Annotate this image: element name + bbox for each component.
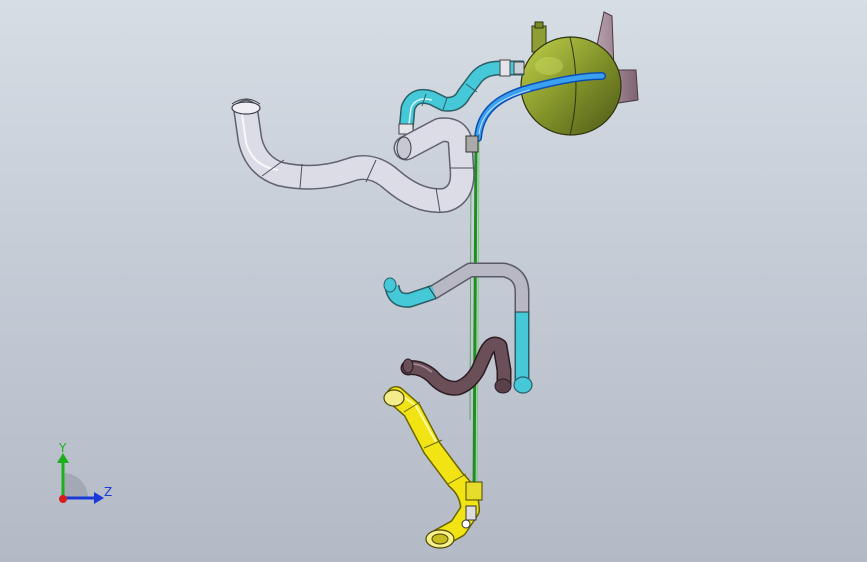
yellow-hose[interactable] [383, 386, 483, 549]
x-axis-point [59, 495, 67, 503]
cad-model-scene[interactable] [0, 0, 867, 562]
z-axis-label: Z [104, 485, 112, 499]
green-wire[interactable] [469, 139, 480, 501]
graphics-viewport[interactable]: Y Z [0, 0, 867, 562]
dark-brown-hose[interactable] [400, 336, 512, 396]
axis-triad: Y Z [57, 441, 112, 504]
silver-radiator-hose[interactable] [231, 98, 479, 214]
y-axis-label: Y [58, 441, 67, 455]
triad-plane-indicator [63, 473, 88, 498]
z-axis-arrowhead [94, 492, 104, 504]
